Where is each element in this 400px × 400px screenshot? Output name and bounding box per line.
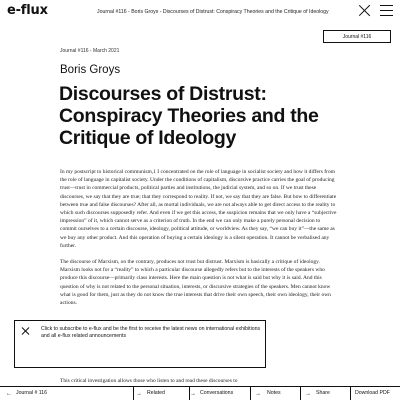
toolbar-journal[interactable]: Journal # 116 xyxy=(16,387,47,400)
toolbar-divider xyxy=(250,387,251,400)
breadcrumb: Journal #116 - Boris Groys - Discourses … xyxy=(97,9,329,15)
article-title: Discourses of Distrust: Conspiracy Theor… xyxy=(59,83,319,149)
arrow-right-icon[interactable]: → xyxy=(255,390,261,398)
arrow-right-icon[interactable]: → xyxy=(136,390,142,398)
toolbar-notes[interactable]: Notes xyxy=(267,387,281,400)
bottom-toolbar: ← Journal # 116 → Related → Conversation… xyxy=(0,386,400,400)
hamburger-menu-icon[interactable] xyxy=(380,5,393,17)
article-paragraph: In my postscript to historical communism… xyxy=(60,169,337,249)
site-logo[interactable]: e-flux xyxy=(7,3,48,18)
toolbar-divider xyxy=(133,387,134,400)
toolbar-divider xyxy=(350,387,351,400)
issue-date: Journal #116 - March 2021 xyxy=(60,48,120,54)
toolbar-conversations[interactable]: Conversations xyxy=(200,387,233,400)
arrow-right-icon[interactable]: → xyxy=(190,390,196,398)
article-paragraph: This critical investigation allows those… xyxy=(60,378,238,384)
article-paragraph: The discourse of Marxism, on the contrar… xyxy=(60,259,331,307)
close-icon[interactable] xyxy=(358,4,372,18)
toolbar-share[interactable]: Share xyxy=(316,387,330,400)
subscribe-banner[interactable]: Click to subscribe to e-flux and be the … xyxy=(14,320,266,368)
toolbar-related[interactable]: Related xyxy=(147,387,165,400)
article-body: In my postscript to historical communism… xyxy=(60,168,338,315)
toolbar-download-pdf[interactable]: Download PDF xyxy=(355,387,390,400)
subscribe-text[interactable]: Click to subscribe to e-flux and be the … xyxy=(41,326,263,339)
toolbar-divider xyxy=(300,387,301,400)
author-name[interactable]: Boris Groys xyxy=(60,64,120,76)
close-icon[interactable] xyxy=(21,327,29,335)
arrow-left-icon[interactable]: ← xyxy=(6,390,12,398)
journal-issue-tag[interactable]: Journal #116 xyxy=(323,30,397,49)
site-header: e-flux Journal #116 - Boris Groys - Disc… xyxy=(0,0,400,24)
arrow-right-icon[interactable]: → xyxy=(305,390,311,398)
